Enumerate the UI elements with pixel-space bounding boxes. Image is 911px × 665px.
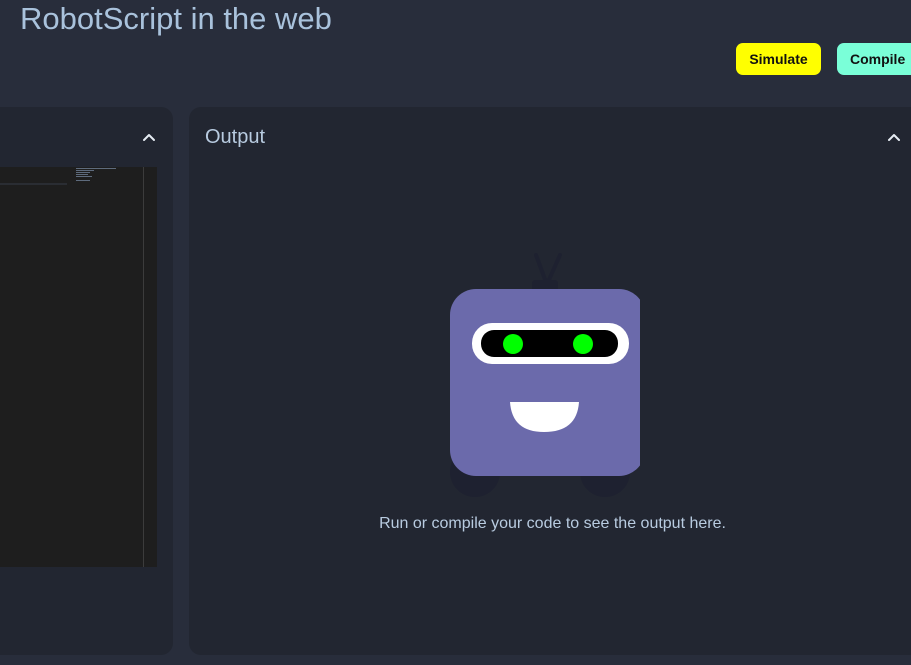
output-panel-title: Output [205, 126, 266, 148]
editor-panel [0, 107, 173, 655]
output-panel: Output Run or compile your code to see t… [189, 107, 911, 655]
output-empty-message: Run or compile your code to see the outp… [379, 515, 726, 532]
current-line-highlight [0, 183, 67, 185]
code-editor[interactable] [0, 167, 157, 567]
editor-scrollbar[interactable] [143, 167, 144, 567]
editor-minimap[interactable] [72, 167, 144, 197]
page-title: RobotScript in the web [20, 1, 332, 36]
compile-button[interactable]: Compile [837, 43, 911, 75]
app-root: RobotScript in the web Simulate Compile … [0, 0, 911, 665]
simulate-button[interactable]: Simulate [736, 43, 821, 75]
robot-icon [450, 253, 640, 497]
chevron-up-icon[interactable] [884, 127, 904, 147]
chevron-up-icon[interactable] [139, 127, 159, 147]
